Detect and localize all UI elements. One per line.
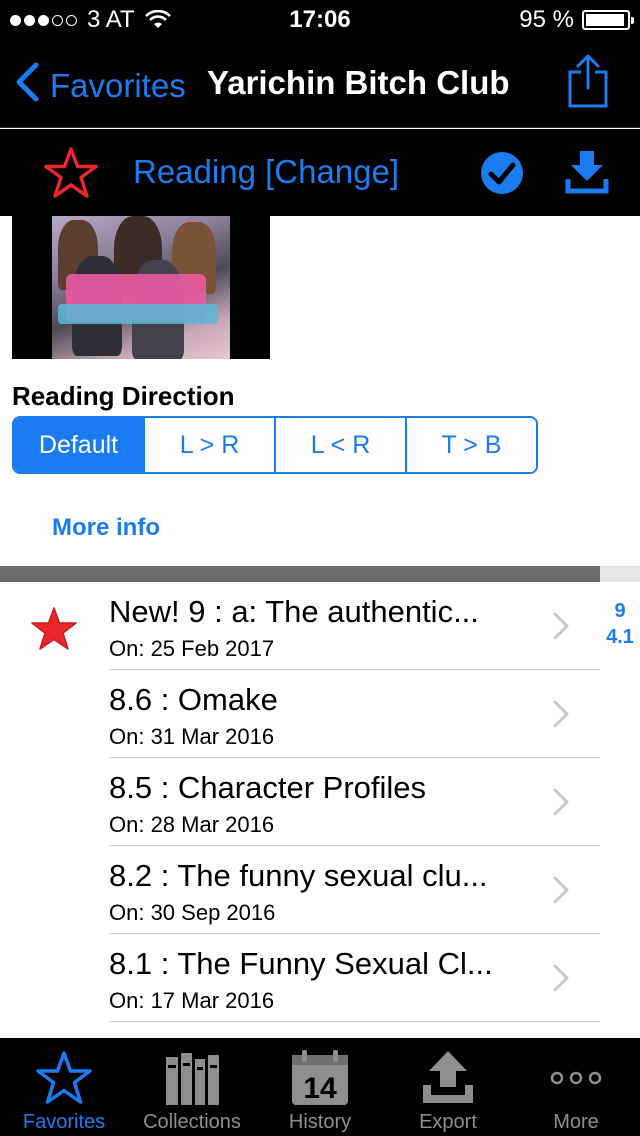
chapter-date: On: 31 Mar 2016 (109, 724, 275, 749)
direction-option-default[interactable]: Default (14, 418, 145, 472)
battery-percent: 95 % (519, 6, 574, 33)
chapter-list: New! 9 : a: The authentic... On: 25 Feb … (0, 582, 640, 1022)
calendar-icon: 14 (290, 1048, 350, 1108)
page-title: Yarichin Bitch Club (207, 64, 510, 101)
upload-icon (419, 1048, 477, 1108)
chevron-right-icon (552, 964, 570, 997)
status-bar: 3 AT 17:06 95 % (0, 0, 640, 40)
reading-status-row: Reading [Change] (0, 129, 640, 216)
chapter-date: On: 17 Mar 2016 (109, 988, 275, 1013)
section-divider (0, 566, 600, 582)
cover-image (12, 216, 270, 359)
more-dots-icon (548, 1048, 604, 1108)
tab-favorites[interactable]: Favorites (0, 1038, 128, 1136)
share-icon[interactable] (566, 52, 610, 113)
section-index[interactable]: 9 4.1 (600, 598, 640, 650)
more-info-link[interactable]: More info (52, 514, 160, 542)
reading-direction-heading: Reading Direction (12, 381, 235, 411)
chapter-row[interactable]: 8.5 : Character Profiles On: 28 Mar 2016 (0, 758, 640, 846)
chapter-title: New! 9 : a: The authentic... (109, 594, 479, 629)
direction-option-right-to-left[interactable]: L < R (276, 418, 407, 472)
tab-label: More (553, 1111, 599, 1133)
chapter-title: 8.6 : Omake (109, 682, 278, 717)
star-filled-icon (30, 606, 78, 657)
back-button[interactable]: Favorites (14, 62, 186, 110)
section-index-item[interactable]: 4.1 (600, 624, 640, 650)
chapter-title: 8.5 : Character Profiles (109, 770, 427, 805)
tab-collections[interactable]: Collections (128, 1038, 256, 1136)
navigation-bar: Favorites Yarichin Bitch Club (0, 40, 640, 128)
chapter-title: 8.2 : The funny sexual clu... (109, 858, 488, 893)
battery-icon (582, 10, 634, 30)
tab-more[interactable]: More (512, 1038, 640, 1136)
chevron-right-icon (552, 788, 570, 821)
chapter-row[interactable]: 8.1 : The Funny Sexual Cl... On: 17 Mar … (0, 934, 640, 1022)
reading-direction-control: Default L > R L < R T > B (12, 416, 538, 474)
direction-option-left-to-right[interactable]: L > R (145, 418, 276, 472)
calendar-day: 14 (303, 1072, 337, 1105)
tab-label: Export (419, 1111, 477, 1133)
reading-status-change-button[interactable]: Reading [Change] (133, 153, 399, 191)
chevron-right-icon (552, 876, 570, 909)
star-icon (35, 1048, 93, 1108)
chapter-date: On: 30 Sep 2016 (109, 900, 276, 925)
tab-label: History (288, 1111, 352, 1133)
tab-export[interactable]: Export (384, 1038, 512, 1136)
section-divider-end (600, 566, 640, 582)
checkmark-circle-icon[interactable] (480, 151, 524, 200)
chevron-right-icon (552, 612, 570, 645)
books-icon (162, 1048, 222, 1108)
download-icon[interactable] (565, 149, 609, 200)
chevron-right-icon (552, 700, 570, 733)
tab-label: Collections (143, 1111, 241, 1133)
tab-bar: Favorites Collections 14 History Export … (0, 1038, 640, 1136)
chapter-row[interactable]: 8.2 : The funny sexual clu... On: 30 Sep… (0, 846, 640, 934)
chapter-title: 8.1 : The Funny Sexual Cl... (109, 946, 493, 981)
tab-label: Favorites (22, 1111, 106, 1133)
direction-option-top-to-bottom[interactable]: T > B (407, 418, 536, 472)
star-outline-icon[interactable] (42, 145, 100, 208)
back-button-label: Favorites (50, 67, 186, 104)
chapter-date: On: 25 Feb 2017 (109, 636, 275, 661)
chapter-row[interactable]: New! 9 : a: The authentic... On: 25 Feb … (0, 582, 640, 670)
chevron-left-icon (14, 62, 40, 110)
section-index-item[interactable]: 9 (600, 598, 640, 624)
chapter-row[interactable]: 8.6 : Omake On: 31 Mar 2016 (0, 670, 640, 758)
chapter-date: On: 28 Mar 2016 (109, 812, 275, 837)
tab-history[interactable]: 14 History (256, 1038, 384, 1136)
